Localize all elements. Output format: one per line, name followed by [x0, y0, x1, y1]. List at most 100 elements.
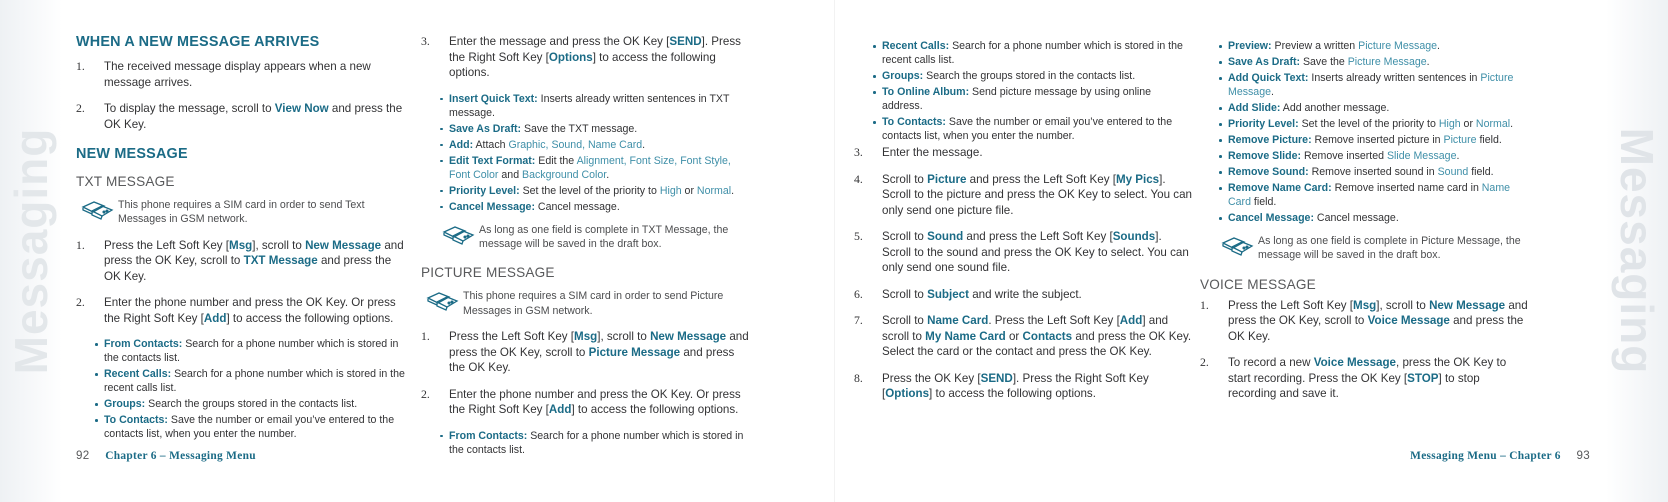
- numbered-step: 2. Enter the phone number and press the O…: [421, 387, 751, 418]
- option-label: To Contacts:: [104, 414, 168, 427]
- step-number: 4.: [854, 171, 863, 186]
- option-text: Inserts already written sentences in: [1308, 72, 1481, 84]
- option-text: Set the level of the priority to: [519, 184, 660, 197]
- step-text: Enter the message.: [882, 146, 983, 159]
- note-txt-draft-text: As long as one field is complete in TXT …: [479, 223, 729, 250]
- column-4: Preview: Preview a written Picture Messa…: [1200, 34, 1530, 413]
- step-number: 2.: [76, 101, 85, 115]
- option-label: From Contacts:: [104, 338, 183, 351]
- note-cards-icon: [1220, 235, 1254, 257]
- numbered-step: 3. Enter the message.: [854, 145, 1192, 161]
- numbered-step: 1. The received message display appears w…: [76, 59, 409, 90]
- step-key-term: TXT Message: [243, 254, 318, 268]
- numbered-step: 1. Press the Left Soft Key [Msg], scroll …: [421, 329, 751, 376]
- step-key-term: Subject: [927, 287, 969, 301]
- step-text: To record a new: [1228, 356, 1314, 370]
- option-label: Groups:: [104, 398, 146, 411]
- step-text: Scroll to: [882, 314, 928, 327]
- step-key-term: Options: [885, 387, 930, 400]
- numbered-step: 7. Scroll to Name Card. Press the Left So…: [854, 313, 1192, 360]
- right-page: Recent Calls: Search for a phone number …: [834, 0, 1668, 502]
- numbered-step: 5. Scroll to Sound and press the Left Sof…: [854, 229, 1192, 276]
- column-2: 3. Enter the message and press the OK Key…: [421, 34, 751, 459]
- step-key-term: My Name Card: [925, 329, 1006, 343]
- option-text: Add another message.: [1280, 102, 1390, 114]
- option-bullet: Add Quick Text: Inserts already written …: [1217, 71, 1530, 99]
- option-text: or: [1460, 118, 1476, 130]
- step-key-term: Add: [548, 403, 572, 417]
- step-text: and write the subject.: [968, 287, 1082, 301]
- numbered-step: 1. Press the Left Soft Key [Msg], scroll …: [76, 238, 409, 285]
- option-label: Remove Picture:: [1228, 134, 1312, 146]
- step-key-term: Msg: [574, 330, 598, 344]
- option-bullet: Remove Picture: Remove inserted picture …: [1217, 133, 1530, 147]
- option-text: Edit the: [535, 154, 577, 167]
- option-text: Set the level of the priority to: [1298, 118, 1439, 130]
- option-text: Search the groups stored in the contacts…: [923, 70, 1136, 82]
- steps-picture-message: 1. Press the Left Soft Key [Msg], scroll …: [421, 329, 751, 418]
- option-label: Priority Level:: [1228, 118, 1299, 130]
- step-text: and press the Left Soft Key [: [963, 230, 1113, 243]
- option-label: Remove Slide:: [1228, 150, 1302, 162]
- option-label: Preview:: [1228, 40, 1272, 52]
- option-bullet: Add: Attach Graphic, Sound, Name Card.: [438, 138, 751, 152]
- option-bullet: Cancel Message: Cancel message.: [1217, 211, 1530, 225]
- option-bullet: To Contacts: Save the number or email yo…: [871, 115, 1192, 143]
- step-key-term: New Message: [305, 238, 382, 252]
- option-text: Remove inserted name card in: [1331, 182, 1482, 194]
- option-text: .: [1271, 86, 1274, 98]
- steps-txt-message: 1. Press the Left Soft Key [Msg], scroll …: [76, 238, 409, 327]
- option-label: From Contacts:: [449, 429, 528, 442]
- footer-left-page-number: 92: [76, 449, 90, 462]
- steps-voice-message: 1. Press the Left Soft Key [Msg], scroll …: [1200, 298, 1530, 402]
- option-label: Add Slide:: [1228, 102, 1281, 114]
- numbered-step: 2. To record a new Voice Message, press t…: [1200, 355, 1530, 402]
- step-key-term: Sounds: [1112, 230, 1156, 243]
- note-sim-picture-text: This phone requires a SIM card in order …: [463, 290, 724, 317]
- option-text: Remove inserted: [1301, 150, 1387, 162]
- note-txt-draft: As long as one field is complete in TXT …: [437, 223, 751, 252]
- right-page-columns: Recent Calls: Search for a phone number …: [834, 0, 1668, 413]
- step-key-term: Options: [548, 50, 593, 64]
- numbered-step: 8. Press the OK Key [SEND]. Press the Rig…: [854, 371, 1192, 402]
- numbered-step: 2. Enter the phone number and press the O…: [76, 295, 409, 326]
- step-text: To display the message, scroll to: [104, 102, 275, 115]
- step-text: and press the Left Soft Key [: [966, 172, 1116, 186]
- step-number: 1.: [421, 329, 430, 344]
- option-term: Sound: [1437, 166, 1469, 178]
- option-bullet: To Online Album: Send picture message by…: [871, 85, 1192, 113]
- option-text: Cancel message.: [1313, 212, 1399, 224]
- step-number: 2.: [76, 295, 85, 310]
- step-text: Enter the message and press the OK Key [: [449, 35, 670, 48]
- step-key-term: Add: [203, 311, 227, 325]
- step-key-term: Sound: [927, 230, 964, 243]
- option-bullet: Groups: Search the groups stored in the …: [93, 397, 409, 411]
- step-key-term: SEND: [669, 35, 702, 48]
- steps-picture-message-continued: 3. Enter the message. 4. Scroll to Picture …: [854, 145, 1192, 402]
- step-number: 1.: [76, 59, 85, 73]
- note-cards-icon: [425, 290, 459, 312]
- footer-right-text: Messaging Menu – Chapter 6: [1410, 450, 1561, 462]
- step-text: ] to access the following options.: [226, 311, 394, 325]
- option-label: Groups:: [882, 70, 924, 82]
- step-text: Scroll to: [882, 230, 928, 243]
- note-sim-text-message: This phone requires a SIM card in order …: [76, 198, 409, 227]
- option-text: Remove inserted picture in: [1311, 134, 1444, 146]
- step-key-term: New Message: [650, 330, 727, 344]
- column-1: WHEN A NEW MESSAGE ARRIVES 1. The receive…: [76, 34, 409, 459]
- footer-left-text: Chapter 6 – Messaging Menu: [105, 450, 256, 462]
- option-bullet: From Contacts: Search for a phone number…: [93, 337, 409, 365]
- step-number: 7.: [854, 313, 863, 327]
- option-bullet: Save As Draft: Save the TXT message.: [438, 122, 751, 136]
- option-text: Search the groups stored in the contacts…: [145, 398, 358, 411]
- option-text: .: [731, 184, 735, 197]
- step-key-term: Add: [1119, 314, 1143, 327]
- bullets-picture-add-options: From Contacts: Search for a phone number…: [438, 429, 751, 457]
- step-number: 3.: [854, 145, 863, 159]
- numbered-step: 3. Enter the message and press the OK Key…: [421, 34, 751, 81]
- note-cards-icon: [441, 224, 475, 246]
- step-key-term: Voice Message: [1367, 314, 1450, 328]
- option-bullet: Insert Quick Text: Inserts already writt…: [438, 92, 751, 120]
- step-text: Scroll to: [882, 287, 928, 301]
- option-term: Graphic, Sound, Name Card: [508, 138, 643, 151]
